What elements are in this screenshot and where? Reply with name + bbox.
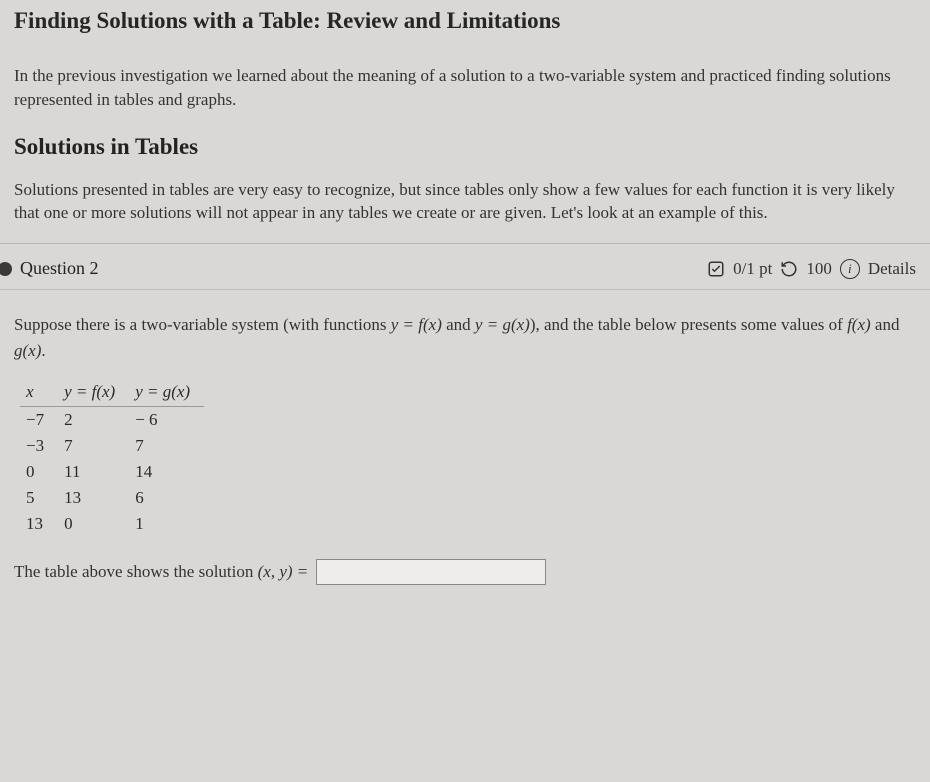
question-body: Suppose there is a two-variable system (…: [0, 290, 930, 599]
lesson-header-section: Finding Solutions with a Table: Review a…: [0, 0, 930, 244]
table-row: 0 11 14: [20, 459, 204, 485]
cell-x: 13: [20, 511, 58, 537]
body-text: Solutions presented in tables are very e…: [14, 178, 916, 226]
question-meta-group: 0/1 pt 100 i Details: [707, 259, 916, 279]
cell-f: 0: [58, 511, 129, 537]
cell-f: 11: [58, 459, 129, 485]
details-link[interactable]: Details: [868, 259, 916, 279]
answer-row: The table above shows the solution (x, y…: [14, 559, 916, 585]
check-icon: [707, 260, 725, 278]
cell-g: 1: [129, 511, 204, 537]
cell-g: 14: [129, 459, 204, 485]
score-text: 0/1 pt: [733, 259, 772, 279]
table-row: 5 13 6: [20, 485, 204, 511]
info-icon[interactable]: i: [840, 259, 860, 279]
cell-x: −3: [20, 433, 58, 459]
cell-x: 0: [20, 459, 58, 485]
cell-g: 7: [129, 433, 204, 459]
col-x: x: [20, 379, 58, 407]
table-row: −7 2 − 6: [20, 407, 204, 434]
bullet-icon: [0, 262, 12, 276]
retry-icon[interactable]: [780, 260, 798, 278]
answer-label: The table above shows the solution (x, y…: [14, 562, 308, 582]
col-fx: y = f(x): [58, 379, 129, 407]
question-label-group: Question 2: [0, 258, 99, 279]
col-gx: y = g(x): [129, 379, 204, 407]
table-row: −3 7 7: [20, 433, 204, 459]
question-label: Question 2: [20, 258, 99, 279]
intro-text: In the previous investigation we learned…: [14, 64, 916, 112]
retries-text: 100: [806, 259, 832, 279]
values-table: x y = f(x) y = g(x) −7 2 − 6 −3 7 7 0 11…: [20, 379, 204, 537]
cell-g: − 6: [129, 407, 204, 434]
question-header-bar: Question 2 0/1 pt 100 i Details: [0, 244, 930, 290]
cell-x: 5: [20, 485, 58, 511]
question-prompt: Suppose there is a two-variable system (…: [14, 312, 916, 363]
cell-g: 6: [129, 485, 204, 511]
cell-f: 13: [58, 485, 129, 511]
cell-f: 2: [58, 407, 129, 434]
table-row: 13 0 1: [20, 511, 204, 537]
cell-x: −7: [20, 407, 58, 434]
page-title: Finding Solutions with a Table: Review a…: [14, 8, 916, 34]
solution-input[interactable]: [316, 559, 546, 585]
table-header-row: x y = f(x) y = g(x): [20, 379, 204, 407]
sub-heading: Solutions in Tables: [14, 134, 916, 160]
cell-f: 7: [58, 433, 129, 459]
